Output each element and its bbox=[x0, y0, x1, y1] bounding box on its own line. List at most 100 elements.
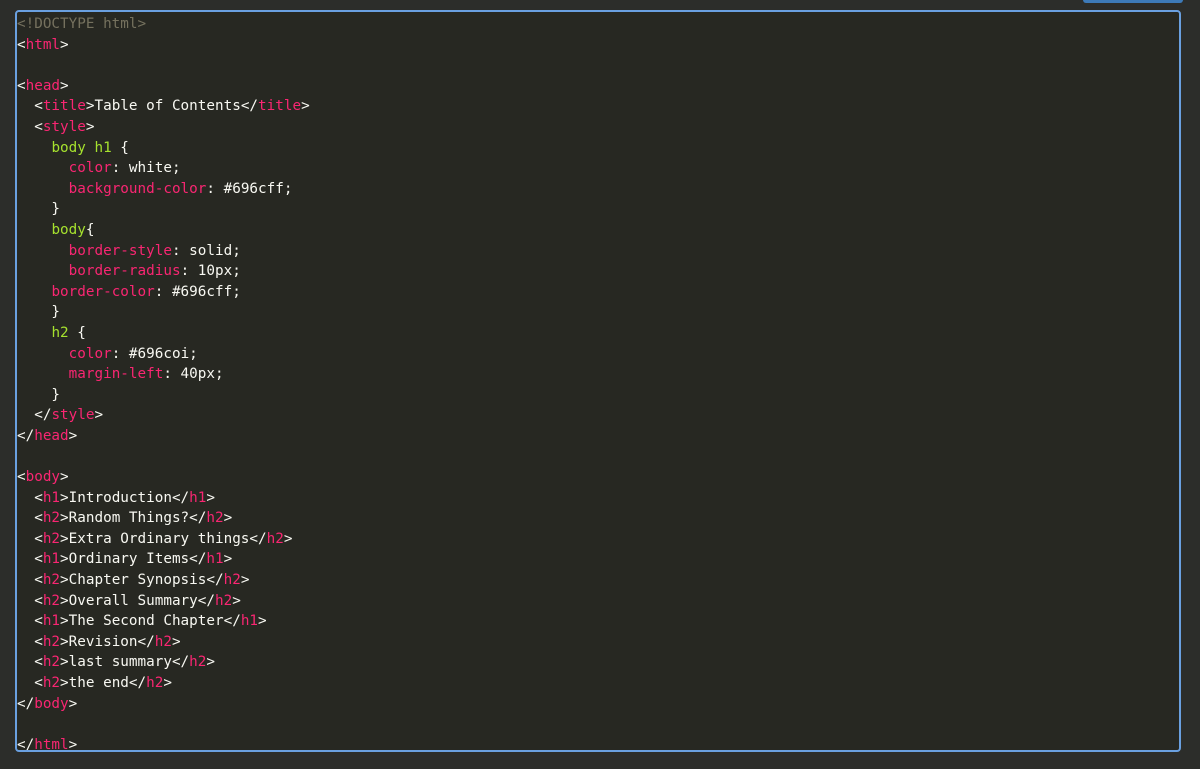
code-line: ​ bbox=[17, 446, 310, 467]
code-tag-bracket: > bbox=[163, 675, 172, 691]
code-tag-name: h2 bbox=[42, 675, 61, 691]
code-tag-bracket: </ bbox=[17, 695, 35, 712]
code-tag-name: style bbox=[51, 407, 95, 424]
code-tag-bracket: > bbox=[223, 510, 233, 527]
code-css-selector: body h1 bbox=[51, 139, 112, 156]
code-tag-bracket: > bbox=[60, 510, 69, 527]
code-line: <html> bbox=[17, 35, 310, 56]
code-tag-bracket: < bbox=[34, 98, 43, 115]
code-tag-name: h1 bbox=[189, 489, 207, 506]
code-css-property: border-radius bbox=[68, 263, 181, 280]
code-tag-bracket: < bbox=[34, 613, 43, 630]
code-line: color: white; bbox=[17, 158, 310, 179]
code-line: <body> bbox=[17, 467, 310, 488]
code-text: Chapter Synopsis bbox=[68, 572, 207, 589]
code-tag-name: h1 bbox=[42, 489, 61, 506]
code-line: } bbox=[17, 199, 310, 220]
code-tag-bracket: < bbox=[34, 551, 43, 568]
code-line: } bbox=[17, 302, 310, 323]
code-css-property: border-color bbox=[51, 283, 155, 300]
code-tag-bracket: > bbox=[232, 592, 241, 609]
code-tag-bracket: > bbox=[94, 407, 104, 424]
code-tag-name: h2 bbox=[189, 654, 207, 671]
code-tag-bracket: < bbox=[34, 489, 43, 506]
code-tag-bracket: > bbox=[206, 489, 215, 506]
code-text: : white; bbox=[111, 160, 181, 177]
code-tag-bracket: > bbox=[60, 469, 69, 486]
code-line: } bbox=[17, 385, 310, 406]
code-line: <h2>last summary</h2> bbox=[17, 652, 310, 673]
code-tag-bracket: > bbox=[60, 36, 69, 53]
window-tab-indicator[interactable] bbox=[1083, 0, 1183, 3]
code-css-selector: body bbox=[51, 221, 86, 238]
code-tag-bracket: < bbox=[17, 77, 26, 94]
code-line: <h1>The Second Chapter</h1> bbox=[17, 611, 310, 632]
code-line: <style> bbox=[17, 117, 310, 138]
code-tag-bracket: </ bbox=[240, 98, 259, 115]
code-tag-bracket: > bbox=[60, 572, 69, 589]
code-tag-bracket: </ bbox=[189, 510, 207, 527]
code-text: The Second Chapter bbox=[68, 613, 224, 630]
code-line: <h1>Ordinary Items</h1> bbox=[17, 549, 310, 570]
code-tag-bracket: > bbox=[223, 551, 233, 568]
code-tag-bracket: </ bbox=[137, 633, 155, 650]
code-tag-bracket: > bbox=[171, 633, 181, 650]
code-line: <h2>Chapter Synopsis</h2> bbox=[17, 570, 310, 591]
code-tag-bracket: > bbox=[68, 427, 78, 444]
code-tag-bracket: </ bbox=[128, 675, 147, 691]
code-tag-bracket: > bbox=[60, 675, 69, 691]
code-tag-name: h2 bbox=[42, 510, 61, 527]
code-text: { bbox=[111, 139, 129, 156]
code-content[interactable]: <!DOCTYPE html><html>​<head> <title>Tabl… bbox=[17, 14, 310, 752]
code-doctype: <!DOCTYPE html> bbox=[17, 16, 147, 32]
code-tag-name: body bbox=[34, 695, 69, 712]
code-text: the end bbox=[68, 675, 129, 691]
code-css-property: margin-left bbox=[68, 366, 164, 383]
code-line: <h2>the end</h2> bbox=[17, 673, 310, 694]
code-line: <h2>Overall Summary</h2> bbox=[17, 591, 310, 612]
code-tag-bracket: </ bbox=[206, 572, 224, 589]
code-text: { bbox=[68, 324, 86, 341]
code-tag-bracket: > bbox=[301, 98, 310, 115]
code-tag-bracket: </ bbox=[17, 736, 35, 752]
code-text: Introduction bbox=[68, 489, 172, 506]
code-css-property: color bbox=[68, 160, 112, 177]
code-css-selector: h2 bbox=[51, 324, 69, 341]
code-tag-bracket: > bbox=[60, 613, 69, 630]
code-tag-bracket: > bbox=[60, 530, 69, 547]
code-tag-bracket: > bbox=[60, 551, 69, 568]
code-line: border-style: solid; bbox=[17, 241, 310, 262]
code-tag-name: head bbox=[25, 77, 61, 94]
code-line: </body> bbox=[17, 694, 310, 715]
code-css-property: color bbox=[68, 345, 112, 362]
code-tag-name: title bbox=[258, 98, 302, 115]
code-text: Overall Summary bbox=[68, 592, 198, 609]
code-tag-bracket: < bbox=[34, 572, 43, 589]
code-tag-name: h2 bbox=[42, 592, 61, 609]
code-tag-bracket: > bbox=[60, 489, 69, 506]
code-tag-bracket: > bbox=[68, 695, 78, 712]
code-tag-name: h2 bbox=[215, 592, 233, 609]
code-line: ​ bbox=[17, 55, 310, 76]
code-editor[interactable]: <!DOCTYPE html><html>​<head> <title>Tabl… bbox=[15, 10, 1181, 752]
code-text: : solid; bbox=[171, 242, 241, 259]
code-tag-bracket: </ bbox=[197, 592, 215, 609]
code-line: <h2>Revision</h2> bbox=[17, 632, 310, 653]
code-tag-name: title bbox=[42, 98, 86, 115]
code-tag-name: h2 bbox=[42, 654, 61, 671]
code-tag-name: h1 bbox=[42, 551, 61, 568]
code-tag-name: h2 bbox=[206, 510, 224, 527]
code-tag-bracket: > bbox=[60, 654, 69, 671]
code-tag-name: h2 bbox=[266, 530, 284, 547]
